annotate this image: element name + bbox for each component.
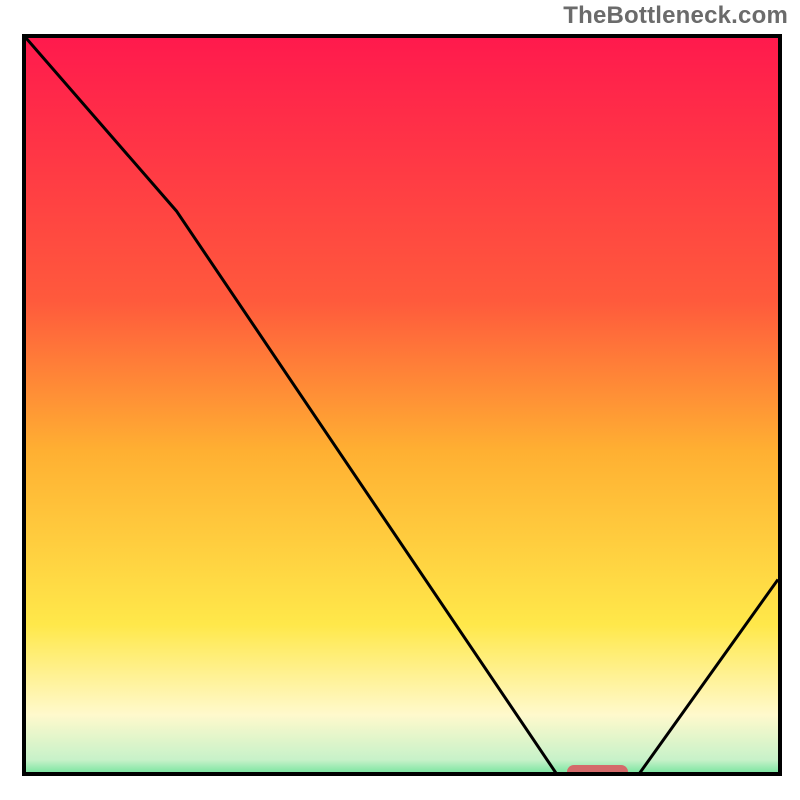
optimal-marker	[567, 765, 627, 776]
bottleneck-curve	[26, 38, 778, 776]
plot-area	[22, 34, 782, 776]
bottleneck-chart: TheBottleneck.com	[0, 0, 800, 800]
watermark-text: TheBottleneck.com	[563, 2, 788, 30]
